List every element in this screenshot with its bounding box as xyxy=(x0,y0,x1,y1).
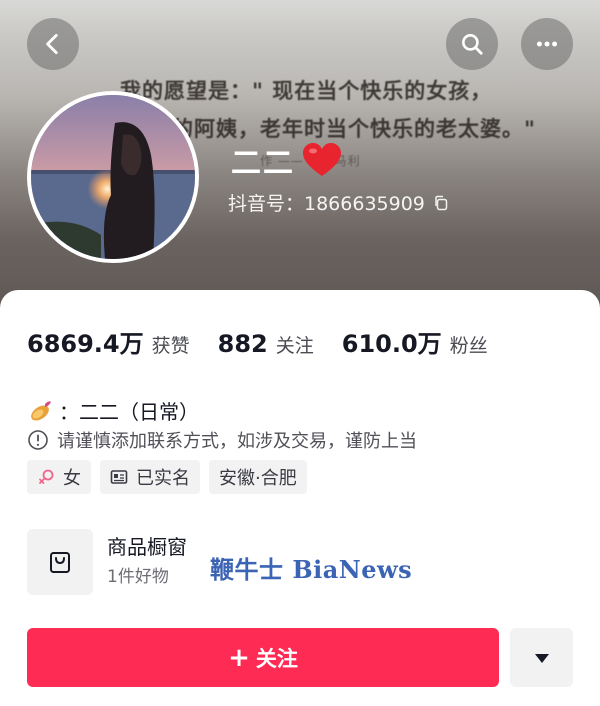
tag-label: 女 xyxy=(63,468,81,489)
caret-down-icon xyxy=(534,653,549,663)
tag-label: 已实名 xyxy=(136,468,190,489)
copy-icon[interactable] xyxy=(433,195,449,211)
bio-line: ：二二（日常） xyxy=(27,396,199,425)
tag-location: 安徽·合肥 xyxy=(209,460,307,494)
follow-button[interactable]: + 关注 xyxy=(27,628,499,687)
expand-more-button[interactable] xyxy=(510,628,573,687)
stat-label: 获赞 xyxy=(151,335,190,357)
shop-window-entry[interactable]: 商品橱窗 1件好物 xyxy=(27,529,187,595)
id-card-icon xyxy=(110,470,128,484)
safety-warning: 请谨慎添加联系方式，如涉及交易，谨防上当 xyxy=(27,427,417,453)
more-options-button[interactable] xyxy=(521,18,573,70)
shop-subtitle: 1件好物 xyxy=(107,567,169,587)
avatar-image xyxy=(31,95,195,259)
avatar[interactable] xyxy=(27,91,199,263)
search-icon xyxy=(462,34,483,55)
sweet-potato-emoji-icon xyxy=(31,400,51,421)
ellipsis-icon xyxy=(536,41,558,47)
follow-label: 关注 xyxy=(255,646,298,671)
stat-label: 粉丝 xyxy=(449,335,488,357)
warning-text: 请谨慎添加联系方式，如涉及交易，谨防上当 xyxy=(57,431,417,452)
stat-likes[interactable]: 6869.4万 获赞 xyxy=(27,324,190,359)
profile-cover: 我的愿望是：" 现在当个快乐的女孩， 乐的阿姨，老年时当个快乐的老太婆。" 作 … xyxy=(0,0,600,320)
nickname-text: 二二 xyxy=(231,146,295,181)
tag-gender: 女 xyxy=(27,460,91,494)
profile-tags: 女 已实名 安徽·合肥 xyxy=(27,460,316,494)
cover-text-line1: 我的愿望是：" 现在当个快乐的女孩， xyxy=(120,79,493,103)
stat-value: 610.0万 xyxy=(341,330,442,358)
search-button[interactable] xyxy=(446,18,498,70)
douyin-id[interactable]: 抖音号：1866635909 xyxy=(228,189,449,216)
shopping-bag-icon xyxy=(50,552,70,573)
info-circle-icon xyxy=(28,430,48,450)
plus-icon: + xyxy=(228,642,250,673)
shop-title: 商品橱窗 xyxy=(107,535,187,559)
stat-followers[interactable]: 610.0万 粉丝 xyxy=(342,324,488,359)
back-button[interactable] xyxy=(27,18,79,70)
shop-icon-box xyxy=(27,529,93,595)
chevron-left-icon xyxy=(46,33,58,55)
profile-info-sheet: 6869.4万 获赞 882 关注 610.0万 粉丝 ：二二（日常） 请谨慎添… xyxy=(0,290,600,706)
bio-text: ：二二（日常） xyxy=(59,400,199,424)
douyin-id-text: 抖音号：1866635909 xyxy=(228,193,425,215)
stat-value: 6869.4万 xyxy=(27,330,144,358)
shop-text: 商品橱窗 1件好物 xyxy=(107,533,187,591)
stat-following[interactable]: 882 关注 xyxy=(218,330,314,358)
stats-row: 6869.4万 获赞 882 关注 610.0万 粉丝 xyxy=(27,324,516,359)
stat-value: 882 xyxy=(217,330,268,358)
stat-label: 关注 xyxy=(275,335,314,357)
profile-nickname: 二二 xyxy=(231,140,343,181)
tag-label: 安徽·合肥 xyxy=(219,468,297,489)
female-icon xyxy=(39,469,54,484)
bianews-watermark: 鞭牛士 BiaNews xyxy=(210,555,413,584)
red-heart-icon xyxy=(303,143,341,176)
tag-verified: 已实名 xyxy=(100,460,200,494)
